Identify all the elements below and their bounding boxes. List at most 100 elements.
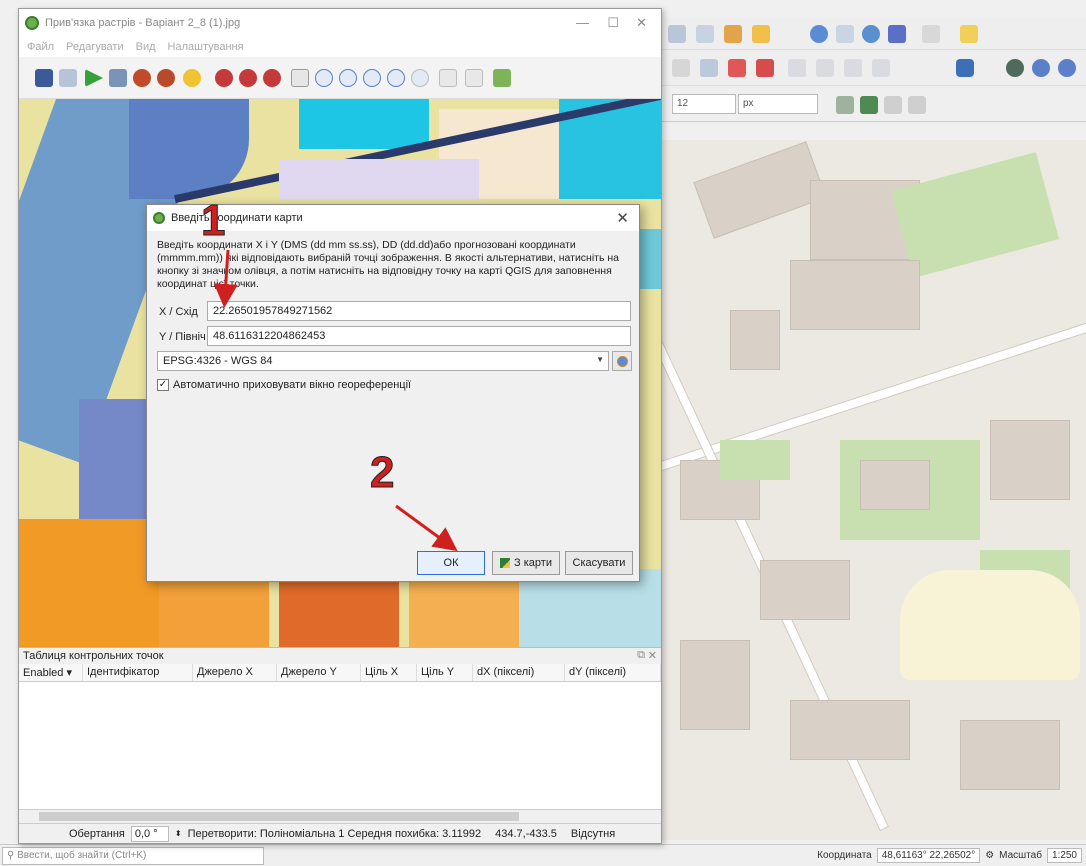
close-icon[interactable]: ✕ [636,15,647,31]
x-east-input[interactable]: 22.26501957849271562 [207,301,631,321]
ok-button[interactable]: ОК [417,551,485,575]
qgis-map-canvas[interactable] [660,140,1086,840]
generate-script-icon[interactable] [109,69,127,87]
menu-settings[interactable]: Налаштування [168,41,244,53]
table-icon[interactable] [836,25,854,43]
crs-selected-value: EPSG:4326 - WGS 84 [163,355,273,367]
pan-icon[interactable] [291,69,309,87]
menu-view[interactable]: Вид [136,41,156,53]
globe-icon [617,356,628,367]
maximize-icon[interactable]: ☐ [607,15,619,31]
annotation-icon[interactable] [960,25,978,43]
add-point-icon[interactable] [215,69,233,87]
plugin-icon[interactable] [1058,59,1076,77]
move-point-icon[interactable] [263,69,281,87]
render-toggle-icon[interactable]: ⚙ [985,850,994,861]
locator-placeholder: Ввести, щоб знайти (Ctrl+K) [17,850,147,861]
sum-icon[interactable] [888,25,906,43]
edit-icon[interactable] [756,59,774,77]
column-header-dx[interactable]: dX (пікселі) [473,664,565,681]
select-tool-icon[interactable] [752,25,770,43]
measure-icon[interactable] [922,25,940,43]
identify-icon[interactable] [810,25,828,43]
digitize-icon[interactable] [700,59,718,77]
label-icon[interactable] [844,59,862,77]
map-building [790,260,920,330]
link-qgis-icon[interactable] [465,69,483,87]
vertex-tool-icon[interactable] [884,96,902,114]
plugin-icon[interactable] [1032,59,1050,77]
zoom-next-icon[interactable] [411,69,429,87]
load-gcp-icon[interactable] [133,69,151,87]
from-map-button[interactable]: З карти [492,551,560,575]
open-vector-icon[interactable] [59,69,77,87]
crs-select[interactable]: EPSG:4326 - WGS 84 ▼ [157,351,609,371]
unit-select[interactable]: px [738,94,818,114]
rotation-spin-icon[interactable]: ⬍ [175,829,182,838]
qgis-logo-icon [25,16,39,30]
coordinate-field[interactable]: 48,61163° 22,26502° [876,848,981,863]
menu-edit[interactable]: Редагувати [66,41,124,53]
zoom-out-icon[interactable] [339,69,357,87]
vertex-tool-icon[interactable] [860,96,878,114]
layer-tool-icon[interactable] [668,25,686,43]
column-header-target-x[interactable]: Ціль X [361,664,417,681]
vertex-tool-icon[interactable] [908,96,926,114]
sort-indicator-icon: ▾ [66,667,72,679]
label-icon[interactable] [872,59,890,77]
panel-float-icon[interactable]: ⧉ [637,649,645,662]
map-park [890,152,1060,278]
layer-tool-icon[interactable] [696,25,714,43]
map-building [860,460,930,510]
georeferencer-toolbar [19,57,661,99]
column-header-source-y[interactable]: Джерело Y [277,664,361,681]
x-east-label: X / Схід [159,306,198,318]
edit-icon[interactable] [728,59,746,77]
rotation-input[interactable]: 0,0 ° [130,825,169,842]
zoom-layer-icon[interactable] [363,69,381,87]
save-gcp-icon[interactable] [157,69,175,87]
y-north-input[interactable]: 48.6116312204862453 [207,326,631,346]
vertex-tool-icon[interactable] [836,96,854,114]
font-size-field[interactable]: 12 [672,94,736,114]
digitize-icon[interactable] [672,59,690,77]
settings-icon[interactable] [862,25,880,43]
column-header-source-x[interactable]: Джерело X [193,664,277,681]
minimize-icon[interactable]: — [576,15,589,30]
column-header-target-y[interactable]: Ціль Y [417,664,473,681]
database-icon[interactable] [956,59,974,77]
open-raster-icon[interactable] [35,69,53,87]
scale-field[interactable]: 1:250 [1046,848,1082,863]
link-georef-icon[interactable] [439,69,457,87]
transform-settings-icon[interactable] [183,69,201,87]
close-icon[interactable]: ✕ [616,209,629,227]
map-building [730,310,780,370]
georeferencer-title: Прив'язка растрів - Варіант 2_8 (1).jpg [45,17,241,29]
zoom-in-icon[interactable] [315,69,333,87]
column-header-enabled[interactable]: Enabled ▾ [19,664,83,681]
panel-close-icon[interactable]: ✕ [648,649,657,662]
auto-hide-option[interactable]: ✓ Автоматично приховувати вікно георефер… [157,379,411,391]
cancel-button[interactable]: Скасувати [565,551,633,575]
crs-status[interactable]: Відсутня [571,828,615,840]
gcp-horizontal-scrollbar[interactable] [19,809,661,823]
label-icon[interactable] [816,59,834,77]
column-header-dy[interactable]: dY (пікселі) [565,664,661,681]
delete-point-icon[interactable] [239,69,257,87]
start-georeferencing-icon[interactable] [85,69,103,87]
histogram-icon[interactable] [493,69,511,87]
auto-hide-checkbox[interactable]: ✓ [157,379,169,391]
column-header-id[interactable]: Ідентифікатор [83,664,193,681]
step-2-number: 2 [369,448,395,498]
menu-file[interactable]: Файл [27,41,54,53]
georeferencer-titlebar: Прив'язка растрів - Варіант 2_8 (1).jpg … [19,9,661,37]
select-tool-icon[interactable] [724,25,742,43]
crs-selector-button[interactable] [612,351,632,371]
label-icon[interactable] [788,59,806,77]
main-toolbar-row-3: 12 px [660,86,1086,122]
locator-search-input[interactable]: ⚲ Ввести, щоб знайти (Ctrl+K) [2,847,264,865]
plugin-icon[interactable] [1006,59,1024,77]
gcp-table-header: Enabled ▾ Ідентифікатор Джерело X Джерел… [19,664,661,682]
zoom-last-icon[interactable] [387,69,405,87]
scrollbar-thumb[interactable] [39,812,519,821]
